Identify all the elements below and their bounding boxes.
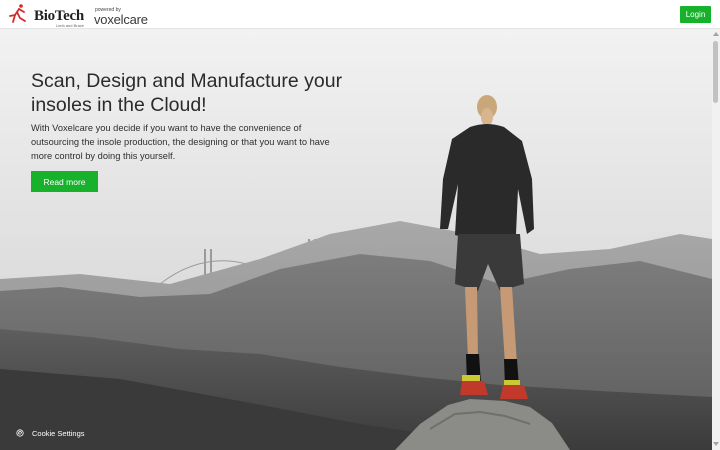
fingerprint-icon	[16, 429, 24, 437]
scrollbar-thumb[interactable]	[713, 41, 718, 103]
brand-name: BioTech	[34, 8, 84, 24]
hero-title: Scan, Design and Manufacture your insole…	[31, 70, 343, 116]
cookie-settings-label: Cookie Settings	[32, 428, 85, 438]
hero-section: Scan, Design and Manufacture your insole…	[0, 29, 712, 450]
vertical-scrollbar[interactable]	[712, 29, 720, 450]
partner-name: voxelcare	[94, 12, 148, 27]
cookie-settings-button[interactable]: Cookie Settings	[7, 425, 96, 441]
runner-figure-icon	[9, 4, 26, 23]
biotech-logo[interactable]: BioTech Limb and Brace powered by voxelc…	[8, 3, 148, 28]
scroll-down-arrow-icon[interactable]	[713, 442, 719, 446]
login-button[interactable]: Login	[680, 6, 711, 23]
read-more-button[interactable]: Read more	[31, 171, 98, 192]
scroll-up-arrow-icon[interactable]	[713, 32, 719, 36]
hero-description: With Voxelcare you decide if you want to…	[31, 123, 330, 161]
header: BioTech Limb and Brace powered by voxelc…	[0, 0, 720, 29]
brand-tagline: Limb and Brace	[56, 23, 85, 28]
